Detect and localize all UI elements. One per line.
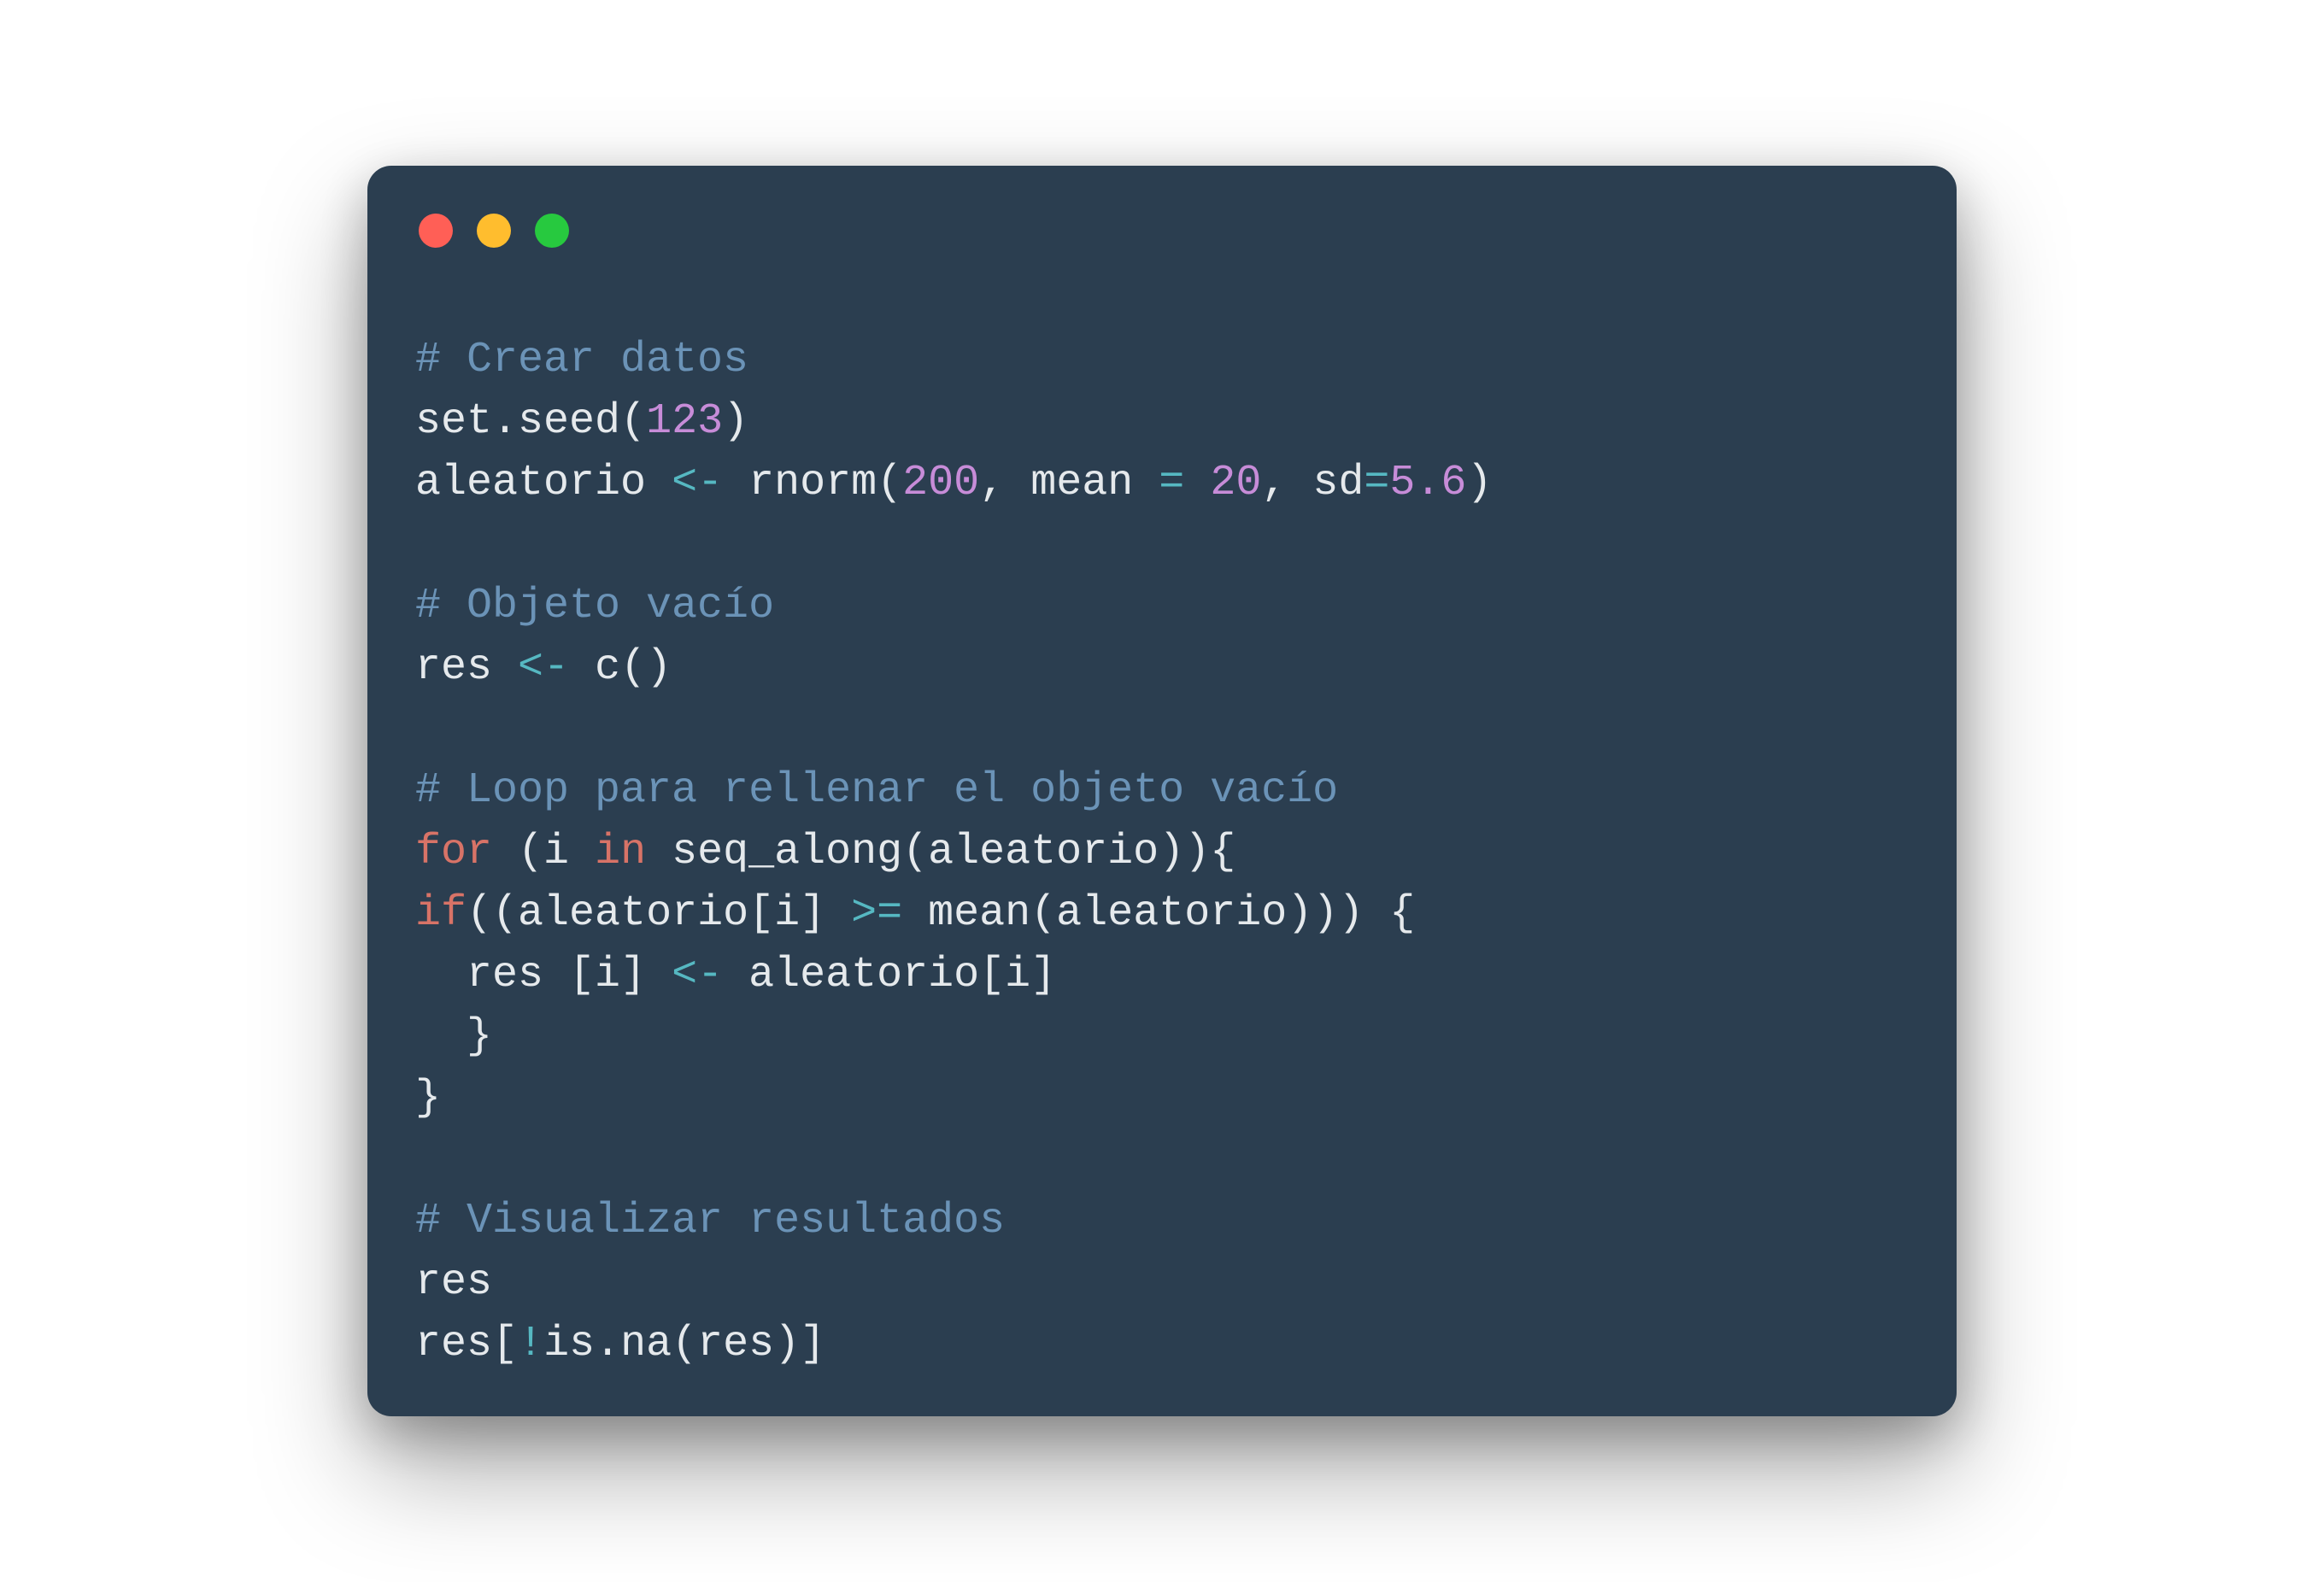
comment: # Loop para rellenar el objeto vacío bbox=[415, 765, 1338, 815]
code-text: ) bbox=[723, 396, 748, 446]
operator: ! bbox=[518, 1319, 543, 1368]
operator: <- bbox=[672, 950, 723, 999]
number-literal: 123 bbox=[646, 396, 723, 446]
keyword: if bbox=[415, 888, 467, 938]
comment: # Objeto vacío bbox=[415, 581, 774, 630]
code-text: } bbox=[415, 1011, 492, 1061]
code-text: , mean bbox=[979, 458, 1159, 507]
maximize-icon[interactable] bbox=[535, 214, 569, 248]
operator: = bbox=[1159, 458, 1184, 507]
code-text: res bbox=[415, 1257, 492, 1307]
code-text: aleatorio[i] bbox=[723, 950, 1056, 999]
operator: >= bbox=[851, 888, 902, 938]
comment: # Visualizar resultados bbox=[415, 1196, 1005, 1245]
code-text: res[ bbox=[415, 1319, 518, 1368]
close-icon[interactable] bbox=[419, 214, 453, 248]
operator: <- bbox=[672, 458, 723, 507]
code-text: aleatorio bbox=[415, 458, 672, 507]
code-text: c() bbox=[569, 642, 672, 692]
code-text: rnorm( bbox=[723, 458, 902, 507]
code-text: ) bbox=[1466, 458, 1492, 507]
number-literal: 20 bbox=[1210, 458, 1261, 507]
code-text: mean(aleatorio))) { bbox=[902, 888, 1415, 938]
code-text: ((aleatorio[i] bbox=[467, 888, 851, 938]
number-literal: 5.6 bbox=[1389, 458, 1466, 507]
code-block: # Crear datos set.seed(123) aleatorio <-… bbox=[415, 330, 1909, 1375]
code-text: set.seed( bbox=[415, 396, 646, 446]
code-text: res [i] bbox=[415, 950, 672, 999]
keyword: in bbox=[595, 827, 646, 876]
comment: # Crear datos bbox=[415, 335, 748, 384]
code-text bbox=[1184, 458, 1210, 507]
code-text: } bbox=[415, 1073, 441, 1122]
window-titlebar bbox=[415, 214, 1909, 248]
code-text: is.na(res)] bbox=[543, 1319, 825, 1368]
code-text: , sd bbox=[1261, 458, 1364, 507]
minimize-icon[interactable] bbox=[477, 214, 511, 248]
operator: <- bbox=[518, 642, 569, 692]
code-text: res bbox=[415, 642, 518, 692]
keyword: for bbox=[415, 827, 492, 876]
code-window: # Crear datos set.seed(123) aleatorio <-… bbox=[367, 166, 1957, 1416]
operator: = bbox=[1364, 458, 1389, 507]
code-text: (i bbox=[492, 827, 595, 876]
number-literal: 200 bbox=[902, 458, 979, 507]
code-text: seq_along(aleatorio)){ bbox=[646, 827, 1235, 876]
